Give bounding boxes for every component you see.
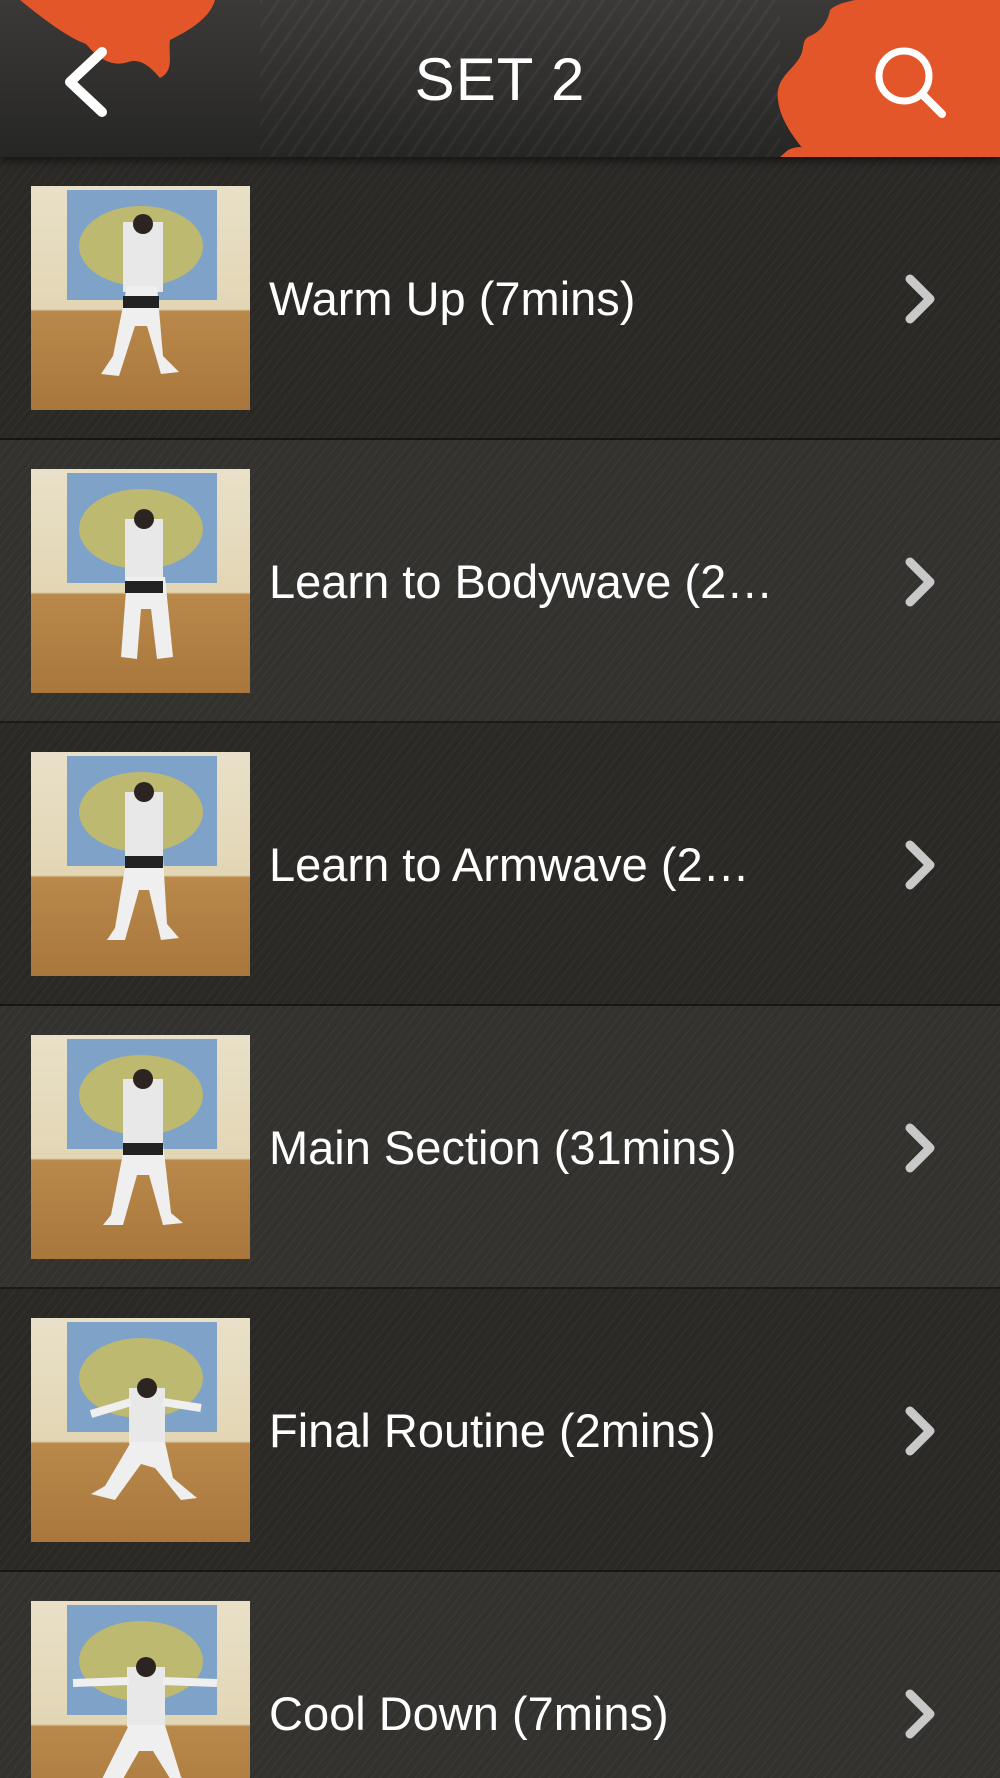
list-item[interactable]: Final Routine (2mins): [0, 1289, 1000, 1572]
item-label: Warm Up (7mins): [269, 272, 636, 325]
video-list: Warm Up (7mins) Learn to Bodywave (2… Le…: [0, 157, 1000, 1778]
dancer-thumbnail: [31, 469, 250, 693]
chevron-right-icon: [905, 1123, 935, 1173]
list-item[interactable]: Learn to Bodywave (2…: [0, 440, 1000, 723]
dancer-thumbnail: [31, 1601, 250, 1778]
back-button[interactable]: [46, 30, 136, 130]
dancer-thumbnail: [31, 1035, 250, 1259]
search-button[interactable]: [860, 38, 960, 128]
app-screen: SET 2 Warm Up (7mins) Learn to Bodywave …: [0, 0, 1000, 1778]
list-item[interactable]: Warm Up (7mins): [0, 157, 1000, 440]
search-icon: [875, 47, 946, 118]
item-label: Final Routine (2mins): [269, 1404, 716, 1457]
list-item[interactable]: Main Section (31mins): [0, 1006, 1000, 1289]
dancer-thumbnail: [31, 1318, 250, 1542]
item-label: Main Section (31mins): [269, 1121, 737, 1174]
chevron-left-icon: [65, 47, 107, 117]
chevron-right-icon: [905, 840, 935, 890]
chevron-right-icon: [905, 1689, 935, 1739]
list-item[interactable]: Learn to Armwave (2…: [0, 723, 1000, 1006]
dancer-thumbnail: [31, 752, 250, 976]
page-title: SET 2: [414, 46, 586, 113]
nav-header: SET 2: [0, 0, 1000, 157]
item-label: Learn to Armwave (2…: [269, 838, 750, 891]
dancer-thumbnail: [31, 186, 250, 410]
item-label: Learn to Bodywave (2…: [269, 555, 774, 608]
chevron-right-icon: [905, 1406, 935, 1456]
list-item[interactable]: Cool Down (7mins): [0, 1572, 1000, 1778]
chevron-right-icon: [905, 274, 935, 324]
chevron-right-icon: [905, 557, 935, 607]
item-label: Cool Down (7mins): [269, 1687, 669, 1740]
